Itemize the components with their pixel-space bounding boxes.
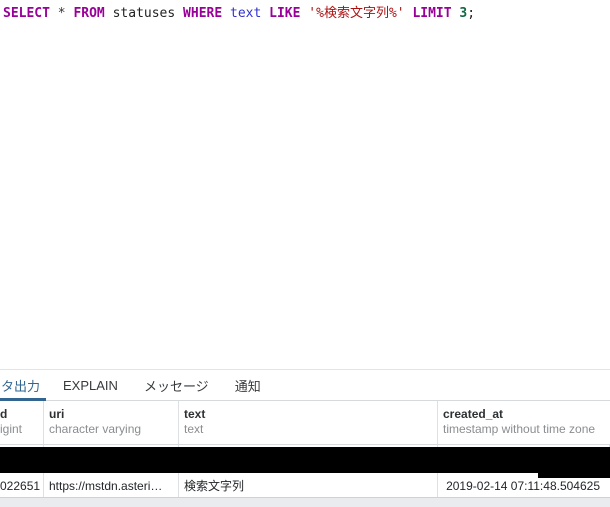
sql-token-semicolon: ; <box>467 6 476 21</box>
column-header-created-at[interactable]: created_at timestamp without time zone <box>438 401 610 444</box>
column-type: igint <box>0 422 23 436</box>
cell-text[interactable]: 検索文字列 <box>179 475 438 497</box>
sql-query-editor[interactable]: SELECT * FROM statuses WHERE text LIKE '… <box>0 0 610 370</box>
sql-token-star: * <box>57 6 74 21</box>
column-type: text <box>184 422 204 436</box>
horizontal-scrollbar-track[interactable] <box>0 498 610 507</box>
output-tab-bar: タ出力 EXPLAIN メッセージ 通知 <box>0 371 610 401</box>
results-grid-header: d igint uri character varying text text … <box>0 401 610 445</box>
tab-notifications[interactable]: 通知 <box>222 371 274 400</box>
cell-created-at[interactable]: 2019-02-14 07:11:48.504625 <box>438 475 610 497</box>
sql-token-column: text <box>230 6 270 21</box>
cell-uri[interactable]: https://mstdn.asteri… <box>44 475 179 497</box>
sql-token-like: LIKE <box>269 6 309 21</box>
tab-messages[interactable]: メッセージ <box>131 371 222 400</box>
table-row-redacted[interactable] <box>0 445 610 478</box>
column-name: text <box>184 407 206 421</box>
column-name: d <box>0 407 8 421</box>
sql-token-where: WHERE <box>183 6 231 21</box>
tab-data-output[interactable]: タ出力 <box>0 371 50 401</box>
table-row[interactable]: 022651 https://mstdn.asteri… 検索文字列 2019-… <box>0 475 610 498</box>
column-header-text[interactable]: text text <box>179 401 438 444</box>
sql-token-limit: LIMIT <box>412 6 460 21</box>
sql-token-table: statuses <box>112 6 184 21</box>
column-header-id[interactable]: d igint <box>0 401 44 444</box>
sql-token-select: SELECT <box>3 6 58 21</box>
data-output-panel: タ出力 EXPLAIN メッセージ 通知 d igint uri charact… <box>0 371 610 507</box>
sql-token-from: FROM <box>73 6 113 21</box>
column-name: created_at <box>443 407 504 421</box>
sql-code-line: SELECT * FROM statuses WHERE text LIKE '… <box>0 0 610 23</box>
column-name: uri <box>49 407 65 421</box>
redaction-bar-notch <box>538 447 610 478</box>
column-type: character varying <box>49 422 142 436</box>
sql-token-string: '%検索文字列%' <box>308 6 413 21</box>
cell-id[interactable]: 022651 <box>0 475 44 497</box>
column-type: timestamp without time zone <box>443 422 596 436</box>
column-header-uri[interactable]: uri character varying <box>44 401 179 444</box>
tab-explain[interactable]: EXPLAIN <box>50 371 131 400</box>
redaction-bar <box>0 447 610 473</box>
